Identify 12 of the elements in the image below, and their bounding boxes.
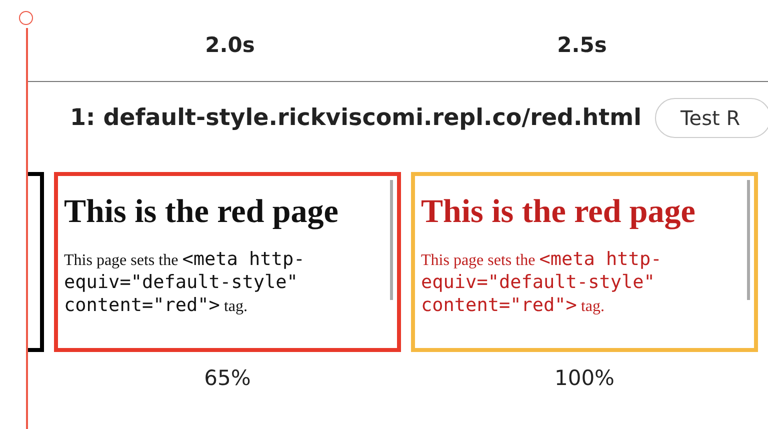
test-button[interactable]: Test R [655,98,768,138]
time-label: 2.5s [556,32,608,59]
filmstrip-frame[interactable]: This is the red page This page sets the <meta http-equiv="default-style" content="red"> tag. [54,172,401,352]
page-paragraph: This page sets the <meta http-equiv="default-style" content="red"> tag. [421,249,663,318]
timeline-handle[interactable] [19,11,33,25]
filmstrip-frame[interactable] [28,172,44,352]
filmstrip-frame[interactable]: This is the red page This page sets the <meta http-equiv="default-style" content="red"> tag. [411,172,758,352]
page-paragraph: This page sets the <meta http-equiv="default-style" content="red"> tag. [64,249,306,318]
time-label: 2.0s [204,32,256,59]
test-title: 1: default-style.rickviscomi.repl.co/red.html [70,105,642,131]
page-heading: This is the red page [421,194,696,231]
page-heading: This is the red page [64,194,340,231]
